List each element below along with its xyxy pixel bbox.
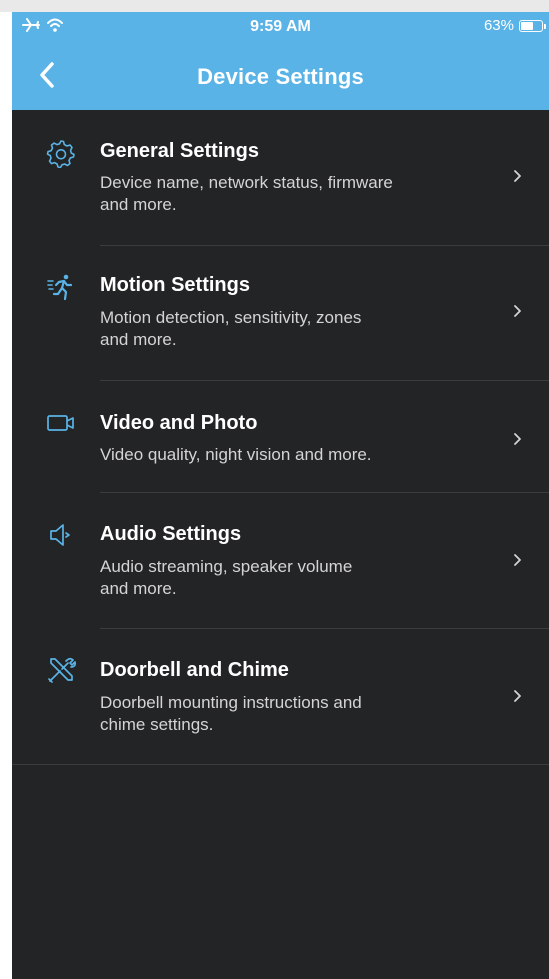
page-title: Device Settings: [197, 64, 364, 89]
settings-item-motion[interactable]: Motion Settings Motion detection, sensit…: [12, 246, 549, 381]
settings-item-general[interactable]: General Settings Device name, network st…: [12, 110, 549, 246]
status-time: 9:59 AM: [250, 18, 311, 35]
chevron-right-icon: [512, 303, 524, 319]
settings-item-description-line1: Motion detection, sensitivity, zones: [100, 308, 362, 327]
settings-item-description-line1: Device name, network status, firmware: [100, 173, 393, 192]
tools-icon: [46, 655, 76, 685]
chevron-right-icon: [512, 552, 524, 568]
settings-item-title: General Settings: [100, 140, 259, 162]
settings-list: General Settings Device name, network st…: [12, 110, 549, 765]
status-bar: 9:59 AM 63%: [12, 12, 549, 40]
settings-item-title: Video and Photo: [100, 412, 258, 434]
settings-item-description-line1: Audio streaming, speaker volume: [100, 557, 353, 576]
page: 9:59 AM 63% Device Settings General Sett…: [0, 0, 549, 979]
settings-item-description-line2: and more.: [100, 195, 177, 214]
settings-item-title: Doorbell and Chime: [100, 659, 289, 681]
speaker-icon: [46, 520, 76, 550]
video-camera-icon: [46, 408, 76, 438]
settings-item-description-line1: Doorbell mounting instructions and: [100, 693, 362, 712]
top-strip: [0, 0, 549, 12]
phone-screen: 9:59 AM 63% Device Settings General Sett…: [12, 12, 549, 979]
chevron-right-icon: [512, 168, 524, 184]
settings-item-description-line2: chime settings.: [100, 715, 214, 734]
status-right: 63%: [483, 17, 546, 34]
settings-item-title: Audio Settings: [100, 523, 242, 545]
gear-icon: [46, 138, 76, 168]
chevron-right-icon: [512, 431, 524, 447]
settings-item-description-line2: and more.: [100, 579, 177, 598]
battery-fill: [521, 21, 533, 30]
battery-tip: [544, 23, 546, 29]
settings-item-video[interactable]: Video and Photo Video quality, night vis…: [12, 381, 549, 493]
settings-item-doorbell[interactable]: Doorbell and Chime Doorbell mounting ins…: [12, 629, 549, 765]
settings-item-audio[interactable]: Audio Settings Audio streaming, speaker …: [12, 493, 549, 629]
settings-item-title: Motion Settings: [100, 274, 250, 296]
divider: [12, 764, 549, 765]
nav-bar: Device Settings: [12, 52, 549, 102]
running-person-icon: [46, 272, 76, 302]
settings-item-description-line1: Video quality, night vision and more.: [100, 445, 372, 464]
chevron-right-icon: [512, 688, 524, 704]
settings-item-description-line2: and more.: [100, 330, 177, 349]
header: 9:59 AM 63% Device Settings: [12, 12, 549, 110]
battery-icon: [519, 19, 546, 32]
battery-percent: 63%: [483, 17, 514, 34]
